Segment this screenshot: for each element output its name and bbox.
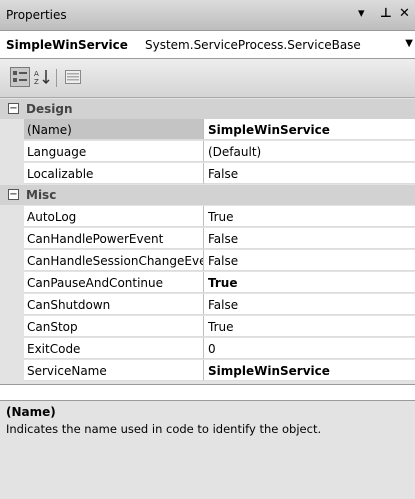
alphabetical-icon: A Z [34,70,50,85]
property-value[interactable]: False [204,163,415,184]
description-pane: (Name) Indicates the name used in code t… [0,400,415,499]
object-selector[interactable]: SimpleWinService System.ServiceProcess.S… [0,31,415,59]
property-name: Localizable [24,163,204,184]
property-value[interactable]: (Default) [204,141,415,162]
property-name: CanStop [24,316,204,337]
property-row-canstop[interactable]: CanStop True [0,316,415,338]
property-name: Language [24,141,204,162]
property-value[interactable]: 0 [204,338,415,359]
categorized-button[interactable] [10,67,30,87]
collapse-icon[interactable]: − [8,103,19,114]
window-title: Properties [6,8,67,22]
property-name: CanHandleSessionChangeEvent [24,250,204,271]
object-name: SimpleWinService [6,38,128,52]
svg-text:Z: Z [34,78,39,85]
property-value[interactable]: SimpleWinService [204,360,415,381]
property-value[interactable]: True [204,316,415,337]
property-row-autolog[interactable]: AutoLog True [0,206,415,228]
property-value[interactable]: True [204,272,415,293]
property-name: CanPauseAndContinue [24,272,204,293]
alphabetical-button[interactable]: A Z [32,67,52,87]
property-name: ExitCode [24,338,204,359]
property-value[interactable]: True [204,206,415,227]
property-name: (Name) [24,119,204,140]
properties-toolbar: A Z [0,59,415,98]
property-value[interactable]: SimpleWinService [204,119,415,140]
property-pages-icon [65,70,81,84]
property-row-canpauseandcontinue[interactable]: CanPauseAndContinue True [0,272,415,294]
property-row-language[interactable]: Language (Default) [0,141,415,163]
property-row-canshutdown[interactable]: CanShutdown False [0,294,415,316]
property-name: ServiceName [24,360,204,381]
object-type: System.ServiceProcess.ServiceBase [145,38,361,52]
property-name: CanShutdown [24,294,204,315]
property-value[interactable]: False [204,250,415,271]
property-name: AutoLog [24,206,204,227]
property-pages-button[interactable] [63,67,83,87]
property-name: CanHandlePowerEvent [24,228,204,249]
category-label: Design [26,102,73,116]
property-row-canhandlepowerevent[interactable]: CanHandlePowerEvent False [0,228,415,250]
property-value[interactable]: False [204,228,415,249]
collapse-icon[interactable]: − [8,189,19,200]
property-row-canhandlesessionchangeevent[interactable]: CanHandleSessionChangeEvent False [0,250,415,272]
property-row-servicename[interactable]: ServiceName SimpleWinService [0,360,415,382]
svg-text:A: A [34,70,39,78]
property-row-name[interactable]: (Name) SimpleWinService [0,119,415,141]
pin-icon[interactable]: ⊥ [380,6,392,22]
properties-title-bar: Properties ▾ ⊥ ✕ [0,0,415,31]
category-design[interactable]: − Design [0,99,415,119]
object-selector-dropdown-icon[interactable]: ▼ [405,38,413,49]
category-misc[interactable]: − Misc [0,185,415,205]
toolbar-separator [56,69,57,87]
window-position-dropdown-icon[interactable]: ▾ [358,6,365,22]
description-title: (Name) [6,405,56,419]
categorized-icon [13,71,27,82]
property-row-exitcode[interactable]: ExitCode 0 [0,338,415,360]
category-label: Misc [26,188,57,202]
property-value[interactable]: False [204,294,415,315]
property-grid: − Design (Name) SimpleWinService Languag… [0,98,415,385]
close-icon[interactable]: ✕ [399,6,410,22]
property-row-localizable[interactable]: Localizable False [0,163,415,185]
description-text: Indicates the name used in code to ident… [6,422,322,436]
